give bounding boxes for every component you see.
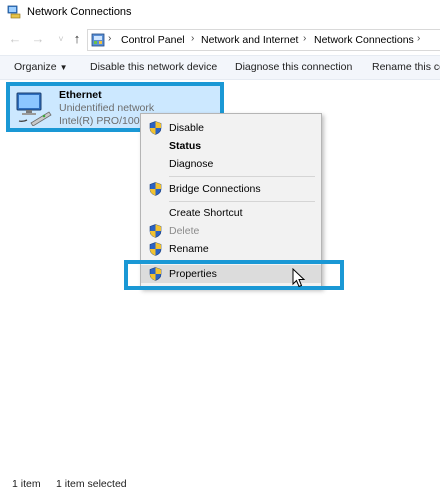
status-bar: 1 item 1 item selected <box>0 477 440 491</box>
dropdown-arrow-icon: ▼ <box>59 63 68 72</box>
breadcrumb-separator-icon: › <box>417 33 421 44</box>
organize-button[interactable]: Organize ▼ <box>14 61 68 73</box>
menu-item-label: Properties <box>169 268 217 280</box>
window-title: Network Connections <box>27 6 132 18</box>
menu-item-label: Bridge Connections <box>169 183 261 195</box>
menu-item-delete: Delete <box>141 222 321 240</box>
navigation-bar: ← → ˅ ↑ › Control Panel › Network and In… <box>0 26 440 54</box>
menu-item-label: Diagnose <box>169 158 214 170</box>
shield-icon <box>149 242 162 256</box>
back-arrow-icon[interactable]: ← <box>6 30 24 48</box>
menu-item-create-shortcut[interactable]: Create Shortcut <box>141 204 321 222</box>
adapter-name: Ethernet <box>59 89 102 101</box>
organize-label: Organize <box>14 61 57 73</box>
title-bar: Network Connections <box>0 0 440 26</box>
breadcrumb-separator-icon: › <box>303 33 307 44</box>
menu-item-label: Disable <box>169 122 205 134</box>
breadcrumb-separator-icon: › <box>191 33 195 44</box>
command-toolbar: Organize ▼ Disable this network device Di… <box>0 55 440 80</box>
address-bar[interactable]: › Control Panel › Network and Internet ›… <box>87 29 440 51</box>
menu-item-label: Delete <box>169 225 200 237</box>
context-menu: Disable Status Diagnose Bridge Connectio… <box>140 113 322 289</box>
menu-item-disable[interactable]: Disable <box>141 119 321 137</box>
disable-device-button[interactable]: Disable this network device <box>90 61 217 73</box>
up-arrow-icon[interactable]: ↑ <box>68 30 86 48</box>
control-panel-icon <box>91 33 105 47</box>
menu-item-label: Status <box>169 140 202 152</box>
menu-item-label: Rename <box>169 243 209 255</box>
menu-item-rename[interactable]: Rename <box>141 240 321 258</box>
selection-count: 1 item selected <box>56 478 127 490</box>
shield-icon <box>149 182 162 196</box>
shield-icon <box>149 267 162 281</box>
menu-item-diagnose[interactable]: Diagnose <box>141 155 321 173</box>
item-count: 1 item <box>12 478 41 490</box>
adapter-device: Intel(R) PRO/1000 <box>59 115 146 127</box>
menu-item-status[interactable]: Status <box>141 137 321 155</box>
diagnose-connection-button[interactable]: Diagnose this connection <box>235 61 352 73</box>
menu-separator <box>169 176 315 177</box>
network-connections-app-icon <box>7 5 21 19</box>
shield-icon <box>149 224 162 238</box>
breadcrumb-network-and-internet[interactable]: Network and Internet <box>201 34 298 46</box>
shield-icon <box>149 121 162 135</box>
menu-separator <box>169 261 315 262</box>
breadcrumb-control-panel[interactable]: Control Panel <box>121 34 185 46</box>
menu-item-label: Create Shortcut <box>169 207 243 219</box>
breadcrumb-network-connections[interactable]: Network Connections <box>314 34 414 46</box>
menu-separator <box>169 201 315 202</box>
network-adapter-icon <box>16 92 52 126</box>
breadcrumb-separator-icon: › <box>108 33 112 44</box>
menu-item-bridge-connections[interactable]: Bridge Connections <box>141 180 321 198</box>
forward-arrow-icon[interactable]: → <box>29 30 47 48</box>
mouse-pointer-icon <box>292 268 306 288</box>
rename-connection-button[interactable]: Rename this conn <box>372 61 440 73</box>
